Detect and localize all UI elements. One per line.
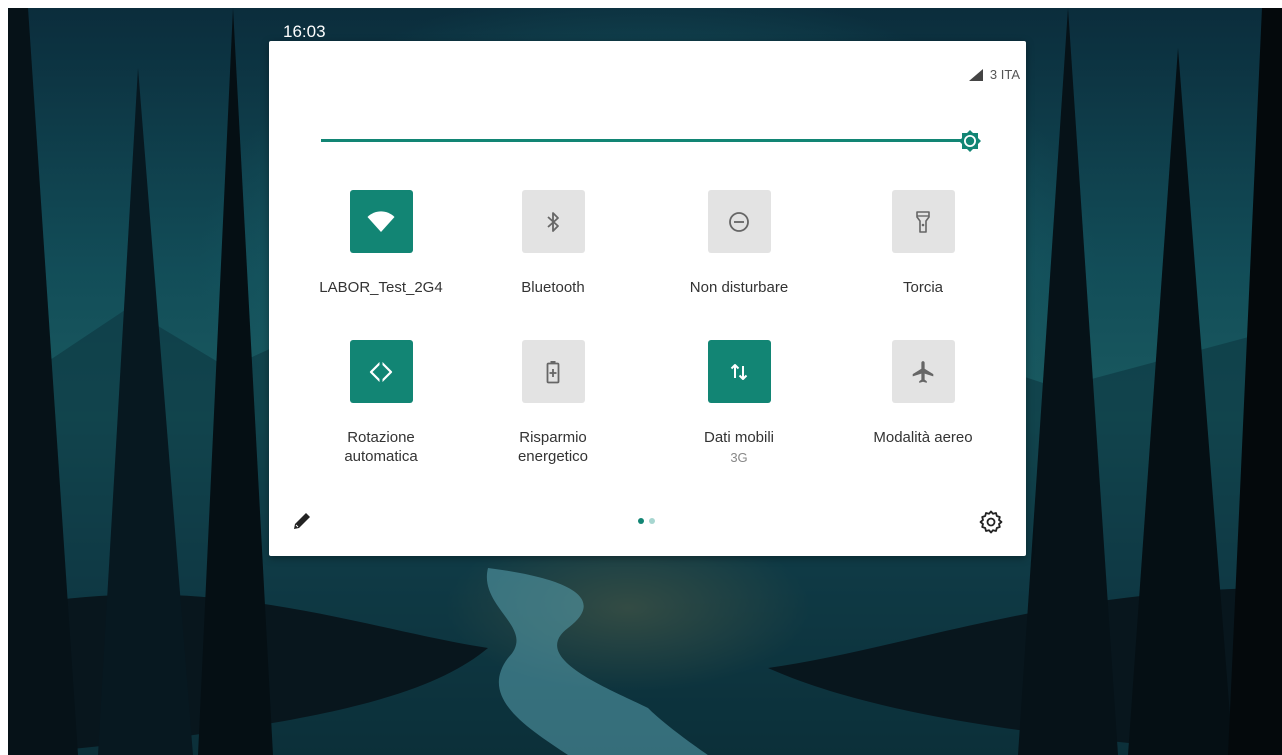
edit-pencil-icon[interactable] [291, 510, 313, 532]
do-not-disturb-icon [729, 211, 749, 232]
bluetooth-icon [547, 211, 559, 232]
tile-bluetooth-label: Bluetooth [521, 279, 585, 296]
tile-flashlight[interactable]: Torcia [833, 190, 1013, 297]
page-dot-inactive [649, 518, 655, 524]
page-dot-active [638, 518, 644, 524]
tile-wifi-button[interactable] [349, 190, 413, 253]
tile-auto-rotate-label: Rotazione automatica [344, 429, 418, 465]
tile-mobile-data-sublabel: 3G [730, 450, 748, 465]
tile-airplane-mode-button[interactable] [891, 340, 955, 403]
quick-settings-panel: 3 ITA LABOR_Test_2G4 Bluetooth Non distu… [269, 41, 1026, 556]
tile-mobile-data-label: Dati mobili [703, 429, 775, 446]
airplane-icon [912, 360, 934, 383]
status-bar-clock: 16:03 [283, 22, 326, 41]
cell-signal-icon [968, 68, 983, 81]
tile-flashlight-label: Torcia [902, 279, 943, 296]
tile-flashlight-button[interactable] [891, 190, 955, 253]
battery-saver-icon [546, 360, 560, 383]
tile-auto-rotate-button[interactable] [349, 340, 413, 403]
tile-do-not-disturb-button[interactable] [707, 190, 771, 253]
tile-auto-rotate[interactable]: Rotazione automatica [291, 340, 471, 466]
tile-airplane-mode-label: Modalità aereo [873, 429, 973, 446]
tile-bluetooth-button[interactable] [521, 190, 585, 253]
wifi-icon [367, 210, 395, 232]
tile-wifi[interactable]: LABOR_Test_2G4 [291, 190, 471, 297]
carrier-label: 3 ITA [989, 67, 1020, 82]
tile-wifi-label: LABOR_Test_2G4 [319, 279, 443, 296]
flashlight-icon [916, 210, 930, 233]
tile-mobile-data-button[interactable] [707, 340, 771, 403]
auto-rotate-icon [369, 359, 393, 384]
brightness-icon[interactable] [958, 129, 982, 153]
tile-do-not-disturb[interactable]: Non disturbare [649, 190, 829, 297]
network-status: 3 ITA [968, 67, 1020, 82]
brightness-slider[interactable] [321, 139, 971, 142]
tile-do-not-disturb-label: Non disturbare [689, 279, 789, 296]
tile-battery-saver[interactable]: Risparmio energetico [463, 340, 643, 466]
settings-gear-icon[interactable] [979, 510, 1003, 534]
tile-battery-saver-label: Risparmio energetico [517, 429, 589, 465]
mobile-data-icon [730, 363, 748, 380]
tile-airplane-mode[interactable]: Modalità aereo [833, 340, 1013, 447]
tile-bluetooth[interactable]: Bluetooth [463, 190, 643, 297]
tile-mobile-data[interactable]: Dati mobili 3G [649, 340, 829, 465]
tile-battery-saver-button[interactable] [521, 340, 585, 403]
page-indicator [638, 518, 655, 524]
